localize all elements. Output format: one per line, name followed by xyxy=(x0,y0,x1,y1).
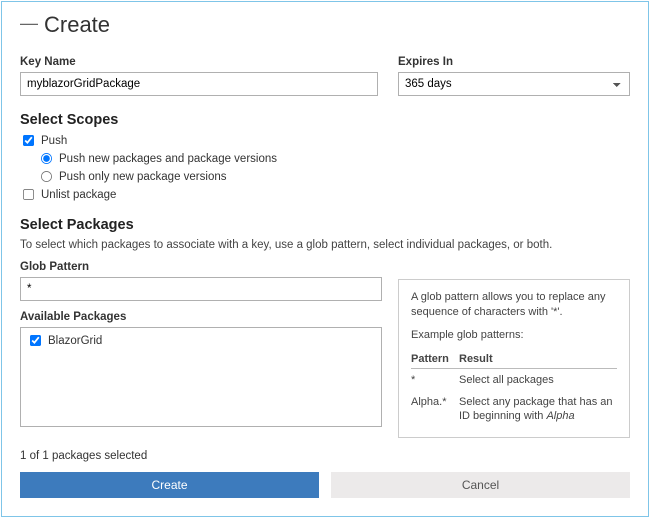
expires-label: Expires In xyxy=(398,56,630,68)
package-name: BlazorGrid xyxy=(48,335,102,347)
page-title: Create xyxy=(44,12,110,38)
packages-help: To select which packages to associate wi… xyxy=(20,239,630,251)
push-only-radio[interactable] xyxy=(41,171,52,182)
table-row: Alpha.* Select any package that has an I… xyxy=(411,391,617,428)
glob-help-example-heading: Example glob patterns: xyxy=(411,328,617,343)
key-name-label: Key Name xyxy=(20,56,378,68)
glob-help-intro: A glob pattern allows you to replace any… xyxy=(411,290,617,320)
packages-heading: Select Packages xyxy=(20,217,630,233)
selected-count: 1 of 1 packages selected xyxy=(20,450,630,462)
push-new-radio[interactable] xyxy=(41,153,52,164)
expires-select[interactable]: 365 days xyxy=(398,72,630,96)
glob-examples-table: Pattern Result * Select all packages Alp… xyxy=(411,351,617,428)
package-checkbox[interactable] xyxy=(30,335,41,346)
key-name-input[interactable] xyxy=(20,72,378,96)
push-new-label: Push new packages and package versions xyxy=(59,153,277,165)
glob-input[interactable] xyxy=(20,277,382,301)
push-checkbox[interactable] xyxy=(23,135,34,146)
unlist-checkbox[interactable] xyxy=(23,189,34,200)
create-button[interactable]: Create xyxy=(20,472,319,498)
available-label: Available Packages xyxy=(20,311,382,323)
unlist-label: Unlist package xyxy=(41,189,116,201)
scopes-heading: Select Scopes xyxy=(20,112,630,128)
available-packages-box: BlazorGrid xyxy=(20,327,382,427)
glob-help-panel: A glob pattern allows you to replace any… xyxy=(398,279,630,438)
push-label: Push xyxy=(41,135,67,147)
glob-label: Glob Pattern xyxy=(20,261,382,273)
push-only-label: Push only new package versions xyxy=(59,171,227,183)
table-row: * Select all packages xyxy=(411,368,617,391)
cancel-button[interactable]: Cancel xyxy=(331,472,630,498)
create-header: — Create xyxy=(20,12,630,42)
list-item: BlazorGrid xyxy=(29,334,373,347)
collapse-icon[interactable]: — xyxy=(20,14,38,32)
